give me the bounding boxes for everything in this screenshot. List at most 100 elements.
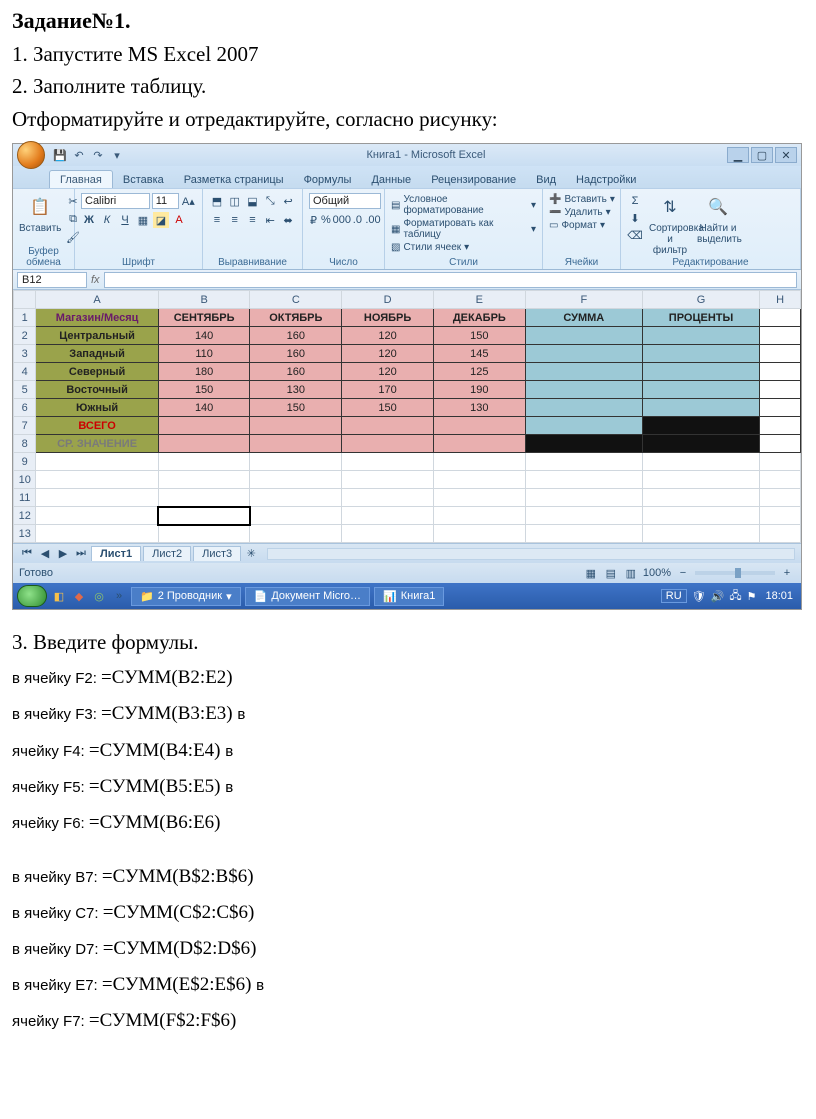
row-header[interactable]: 13 [14,525,36,543]
dec-decimal-icon[interactable]: .00 [365,212,381,228]
cell[interactable] [760,327,801,345]
font-size-combo[interactable]: 11 [152,193,179,209]
row-header[interactable]: 12 [14,507,36,525]
cell[interactable] [342,435,434,453]
row-header[interactable]: 1 [14,309,36,327]
cell[interactable]: 170 [342,381,434,399]
cell[interactable] [642,399,759,417]
tab-formulas[interactable]: Формулы [294,171,362,188]
tab-page-layout[interactable]: Разметка страницы [174,171,294,188]
autosum-icon[interactable]: Σ [627,193,643,209]
cell[interactable] [760,435,801,453]
view-layout-icon[interactable]: ▤ [603,565,619,581]
language-indicator[interactable]: RU [661,589,687,603]
cell[interactable] [250,435,342,453]
quicklaunch-icon[interactable]: ◆ [71,588,87,604]
border-icon[interactable]: ▦ [135,212,151,228]
sheet-nav-prev-icon[interactable]: ◀ [37,546,53,562]
col-header[interactable]: H [760,291,801,309]
underline-icon[interactable]: Ч [117,212,133,228]
view-normal-icon[interactable]: ▦ [583,565,599,581]
cell[interactable]: 150 [250,399,342,417]
cell[interactable] [525,417,642,435]
decrease-indent-icon[interactable]: ⇤ [262,212,278,228]
sheet-nav-last-icon[interactable]: ⏭ [73,546,89,562]
cell[interactable] [525,363,642,381]
row-header[interactable]: 11 [14,489,36,507]
cell[interactable] [250,417,342,435]
fill-icon[interactable]: ⬇ [627,210,643,226]
cell[interactable]: 140 [158,327,250,345]
save-icon[interactable]: 💾 [52,147,68,163]
cell[interactable] [760,309,801,327]
bold-icon[interactable]: Ж [81,212,97,228]
fx-icon[interactable]: fx [91,274,100,286]
cell[interactable] [433,417,525,435]
wrap-text-icon[interactable]: ↩ [280,193,296,209]
find-select-button[interactable]: 🔍 Найти и выделить [697,193,739,256]
cell[interactable]: Магазин/Месяц [36,309,158,327]
zoom-out-icon[interactable]: − [675,565,691,581]
cell[interactable] [158,435,250,453]
format-as-table-button[interactable]: ▦Форматировать как таблицу ▾ [391,217,536,241]
tab-data[interactable]: Данные [361,171,421,188]
cell[interactable] [433,435,525,453]
view-pagebreak-icon[interactable]: ▥ [623,565,639,581]
cell[interactable] [760,417,801,435]
cell[interactable] [525,327,642,345]
cell[interactable]: 120 [342,345,434,363]
cell[interactable]: СУММА [525,309,642,327]
taskbar-item[interactable]: 📄Документ Micro… [245,587,370,606]
tray-icon[interactable]: 🔊 [711,590,725,603]
col-header[interactable]: D [342,291,434,309]
row-header[interactable]: 8 [14,435,36,453]
quicklaunch-icon[interactable]: ◎ [91,588,107,604]
currency-icon[interactable]: ₽ [309,212,318,228]
cell[interactable] [642,327,759,345]
comma-icon[interactable]: 000 [334,212,350,228]
row-header[interactable]: 3 [14,345,36,363]
number-format-combo[interactable]: Общий [309,193,381,209]
conditional-formatting-button[interactable]: ▤Условное форматирование ▾ [391,193,536,217]
col-header[interactable]: B [158,291,250,309]
cell[interactable]: Западный [36,345,158,363]
percent-icon[interactable]: % [320,212,332,228]
col-header[interactable]: A [36,291,158,309]
tray-icon[interactable]: ⚑ [747,590,757,603]
cell[interactable]: СЕНТЯБРЬ [158,309,250,327]
maximize-button[interactable]: ▢ [751,147,773,163]
qat-dropdown-icon[interactable]: ▾ [109,147,125,163]
taskbar-item[interactable]: 📁2 Проводник ▾ [131,587,241,606]
cell[interactable]: 150 [342,399,434,417]
zoom-slider[interactable] [695,571,775,575]
cell[interactable]: 130 [250,381,342,399]
close-button[interactable]: ✕ [775,147,797,163]
cell[interactable]: 110 [158,345,250,363]
cell[interactable]: СР. ЗНАЧЕНИЕ [36,435,158,453]
format-cells-button[interactable]: ▭Формат ▾ [549,219,614,232]
cell[interactable] [760,399,801,417]
cell[interactable]: 160 [250,345,342,363]
cell[interactable] [342,417,434,435]
align-right-icon[interactable]: ≡ [245,212,261,228]
horizontal-scrollbar[interactable] [267,548,795,560]
paste-button[interactable]: 📋 Вставить [19,193,61,234]
cell[interactable]: Восточный [36,381,158,399]
cell[interactable]: 120 [342,363,434,381]
taskbar-clock[interactable]: 18:01 [761,590,797,602]
delete-cells-button[interactable]: ➖Удалить ▾ [549,206,614,219]
insert-sheet-icon[interactable]: ✳ [243,546,259,562]
sheet-tab[interactable]: Лист2 [143,546,191,561]
cell[interactable] [642,435,759,453]
cell[interactable]: 160 [250,363,342,381]
cell[interactable]: ВСЕГО [36,417,158,435]
cell[interactable]: 120 [342,327,434,345]
zoom-in-icon[interactable]: + [779,565,795,581]
cell[interactable]: 150 [433,327,525,345]
cell[interactable] [525,399,642,417]
sheet-tab[interactable]: Лист1 [91,546,141,561]
row-header[interactable]: 7 [14,417,36,435]
align-top-icon[interactable]: ⬒ [209,193,225,209]
quicklaunch-icon[interactable]: ◧ [51,588,67,604]
sheet-tab[interactable]: Лист3 [193,546,241,561]
